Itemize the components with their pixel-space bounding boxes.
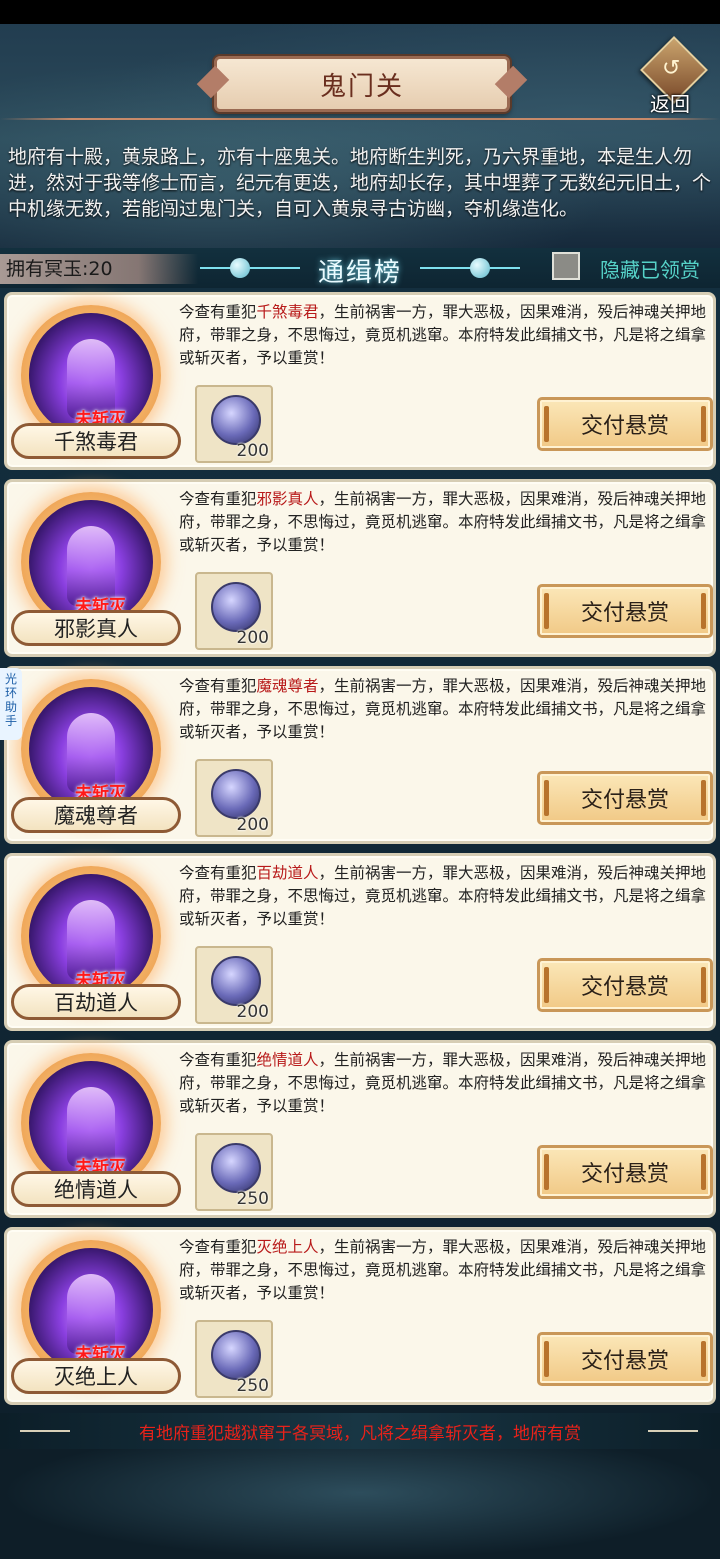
page-title: 鬼门关 bbox=[319, 71, 404, 102]
notice-prefix: 今查有重犯 bbox=[179, 864, 257, 882]
wanted-notice-text: 今查有重犯百劫道人，生前祸害一方，罪大恶极，因果难消，殁后神魂关押地府，带罪之身… bbox=[179, 862, 711, 931]
reward-amount: 200 bbox=[236, 441, 269, 461]
notice-prefix: 今查有重犯 bbox=[179, 490, 257, 508]
claim-bounty-button[interactable]: 交付悬赏 bbox=[537, 397, 713, 451]
notice-prefix: 今查有重犯 bbox=[179, 303, 257, 321]
wanted-list-title: 通缉榜 bbox=[318, 258, 403, 288]
reward-amount: 200 bbox=[236, 815, 269, 835]
notice-prefix: 今查有重犯 bbox=[179, 1238, 257, 1256]
back-label: 返回 bbox=[650, 92, 690, 116]
notice-criminal-name: 邪影真人 bbox=[256, 490, 319, 508]
footer-left-ornament-icon bbox=[20, 1430, 70, 1432]
bottom-scene-background bbox=[0, 1449, 720, 1559]
wanted-card: 未斩灭 千煞毒君 今查有重犯千煞毒君，生前祸害一方，罪大恶极，因果难消，殁后神魂… bbox=[4, 292, 716, 470]
notice-criminal-name: 百劫道人 bbox=[256, 864, 319, 882]
jade-token-icon bbox=[211, 582, 261, 632]
reward-item[interactable]: 200 bbox=[195, 946, 273, 1024]
notice-criminal-name: 灭绝上人 bbox=[256, 1238, 319, 1256]
criminal-name: 邪影真人 bbox=[11, 610, 181, 646]
hide-claimed-label[interactable]: 隐藏已领赏 bbox=[600, 254, 700, 283]
header-divider bbox=[0, 118, 720, 120]
reward-item[interactable]: 200 bbox=[195, 759, 273, 837]
wanted-notice-text: 今查有重犯邪影真人，生前祸害一方，罪大恶极，因果难消，殁后神魂关押地府，带罪之身… bbox=[179, 488, 711, 557]
reward-amount: 250 bbox=[236, 1189, 269, 1209]
currency-counter: 拥有冥玉:20 bbox=[0, 254, 198, 284]
claim-bounty-button[interactable]: 交付悬赏 bbox=[537, 584, 713, 638]
jade-token-icon bbox=[211, 1143, 261, 1193]
claim-bounty-button[interactable]: 交付悬赏 bbox=[537, 1332, 713, 1386]
notice-prefix: 今查有重犯 bbox=[179, 1051, 257, 1069]
notice-criminal-name: 千煞毒君 bbox=[256, 303, 319, 321]
notice-criminal-name: 魔魂尊者 bbox=[256, 677, 319, 695]
hide-claimed-checkbox[interactable] bbox=[552, 252, 580, 280]
wanted-card: 未斩灭 灭绝上人 今查有重犯灭绝上人，生前祸害一方，罪大恶极，因果难消，殁后神魂… bbox=[4, 1227, 716, 1405]
jade-token-icon bbox=[211, 769, 261, 819]
reward-item[interactable]: 200 bbox=[195, 385, 273, 463]
wanted-card: 未斩灭 魔魂尊者 今查有重犯魔魂尊者，生前祸害一方，罪大恶极，因果难消，殁后神魂… bbox=[4, 666, 716, 844]
criminal-name: 百劫道人 bbox=[11, 984, 181, 1020]
notice-prefix: 今查有重犯 bbox=[179, 677, 257, 695]
criminal-name: 千煞毒君 bbox=[11, 423, 181, 459]
jade-token-icon bbox=[211, 1330, 261, 1380]
jade-token-icon bbox=[211, 395, 261, 445]
reward-amount: 250 bbox=[236, 1376, 269, 1396]
wanted-notice-text: 今查有重犯魔魂尊者，生前祸害一方，罪大恶极，因果难消，殁后神魂关押地府，带罪之身… bbox=[179, 675, 711, 744]
page-title-plate: 鬼门关 bbox=[214, 56, 510, 112]
criminal-name: 绝情道人 bbox=[11, 1171, 181, 1207]
wanted-notice-text: 今查有重犯灭绝上人，生前祸害一方，罪大恶极，因果难消，殁后神魂关押地府，带罪之身… bbox=[179, 1236, 711, 1305]
reward-item[interactable]: 200 bbox=[195, 572, 273, 650]
wanted-card: 未斩灭 邪影真人 今查有重犯邪影真人，生前祸害一方，罪大恶极，因果难消，殁后神魂… bbox=[4, 479, 716, 657]
description-text: 地府有十殿，黄泉路上，亦有十座鬼关。地府断生判死，乃六界重地，本是生人勿进，然对… bbox=[8, 146, 712, 220]
back-button[interactable]: ↺ 返回 bbox=[640, 36, 708, 116]
footer-banner: 有地府重犯越狱窜于各冥域，凡将之缉拿斩灭者，地府有赏 bbox=[0, 1413, 720, 1449]
notice-criminal-name: 绝情道人 bbox=[256, 1051, 319, 1069]
reward-item[interactable]: 250 bbox=[195, 1320, 273, 1398]
criminal-name: 灭绝上人 bbox=[11, 1358, 181, 1394]
criminal-name: 魔魂尊者 bbox=[11, 797, 181, 833]
claim-bounty-button[interactable]: 交付悬赏 bbox=[537, 771, 713, 825]
status-bar bbox=[0, 0, 720, 24]
jade-token-icon bbox=[211, 956, 261, 1006]
wanted-card: 未斩灭 绝情道人 今查有重犯绝情道人，生前祸害一方，罪大恶极，因果难消，殁后神魂… bbox=[4, 1040, 716, 1218]
reward-item[interactable]: 250 bbox=[195, 1133, 273, 1211]
back-arrow-icon: ↺ bbox=[662, 56, 681, 81]
side-assistant-tab[interactable]: 光环助手 bbox=[0, 668, 22, 740]
wanted-notice-text: 今查有重犯千煞毒君，生前祸害一方，罪大恶极，因果难消，殁后神魂关押地府，带罪之身… bbox=[179, 301, 711, 370]
right-ornament-icon bbox=[420, 258, 520, 278]
claim-bounty-button[interactable]: 交付悬赏 bbox=[537, 958, 713, 1012]
footer-notice: 有地府重犯越狱窜于各冥域，凡将之缉拿斩灭者，地府有赏 bbox=[139, 1423, 581, 1444]
wanted-card: 未斩灭 百劫道人 今查有重犯百劫道人，生前祸害一方，罪大恶极，因果难消，殁后神魂… bbox=[4, 853, 716, 1031]
claim-bounty-button[interactable]: 交付悬赏 bbox=[537, 1145, 713, 1199]
wanted-notice-text: 今查有重犯绝情道人，生前祸害一方，罪大恶极，因果难消，殁后神魂关押地府，带罪之身… bbox=[179, 1049, 711, 1118]
footer-right-ornament-icon bbox=[648, 1430, 698, 1432]
reward-amount: 200 bbox=[236, 628, 269, 648]
left-ornament-icon bbox=[200, 258, 300, 278]
reward-amount: 200 bbox=[236, 1002, 269, 1022]
